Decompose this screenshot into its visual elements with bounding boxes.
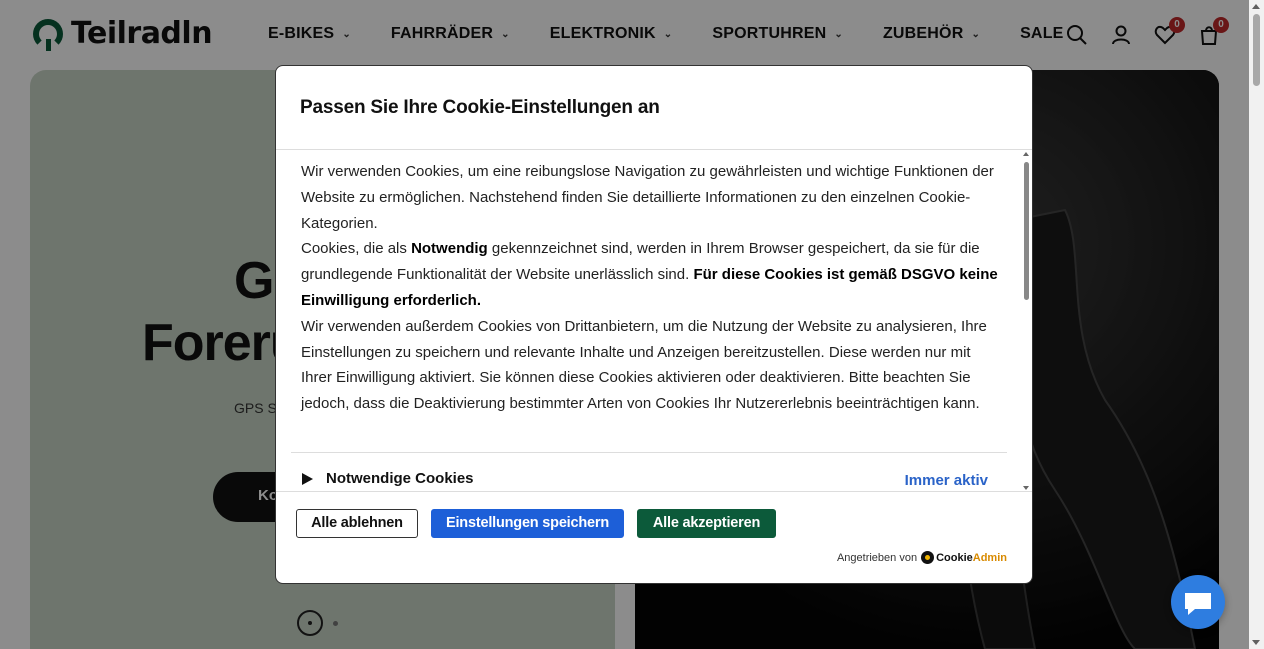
divider	[276, 491, 1032, 492]
cookie-consent-modal: Passen Sie Ihre Cookie-Einstellungen an …	[275, 65, 1033, 584]
provider-name-part-1: Cookie	[936, 551, 973, 564]
expand-triangle-icon[interactable]	[302, 472, 313, 485]
reject-all-button[interactable]: Alle ablehnen	[296, 509, 418, 538]
text: Cookies, die als	[301, 240, 412, 258]
cookieadmin-logo-icon	[921, 551, 935, 564]
cookie-paragraph-2: Cookies, die als Notwendig gekennzeichne…	[301, 236, 1001, 313]
page-scrollbar[interactable]	[1249, 0, 1264, 649]
scroll-up-arrow-icon[interactable]	[1023, 152, 1029, 156]
category-status: Immer aktiv	[904, 472, 988, 489]
cookie-modal-body[interactable]: Wir verwenden Cookies, um eine reibungsl…	[276, 150, 1032, 492]
chat-launcher-button[interactable]	[1171, 575, 1225, 629]
cookie-modal-title: Passen Sie Ihre Cookie-Einstellungen an	[300, 97, 660, 118]
chat-bubble-icon	[1185, 593, 1211, 615]
provider-name-part-2: Admin	[972, 551, 1007, 564]
modal-scrollbar-thumb[interactable]	[1024, 162, 1029, 300]
cookie-paragraph-1: Wir verwenden Cookies, um eine reibungsl…	[301, 163, 994, 232]
scroll-down-arrow-icon[interactable]	[1023, 486, 1029, 490]
save-settings-button[interactable]: Einstellungen speichern	[431, 509, 624, 538]
category-header: Notwendige Cookies	[302, 470, 474, 487]
modal-scrollbar[interactable]	[1021, 150, 1032, 492]
cookie-category-necessary[interactable]: Notwendige Cookies Immer aktiv	[302, 468, 988, 489]
category-label: Notwendige Cookies	[326, 470, 474, 487]
powered-by[interactable]: Angetrieben von Cookie Admin	[837, 551, 1007, 564]
powered-by-label: Angetrieben von	[836, 551, 918, 564]
cookie-paragraph-3: Wir verwenden außerdem Cookies von Dritt…	[301, 317, 987, 413]
divider	[291, 452, 1007, 453]
scroll-up-arrow-icon[interactable]	[1252, 4, 1260, 9]
text-bold: Notwendig	[411, 240, 488, 258]
scrollbar-thumb[interactable]	[1253, 14, 1260, 86]
cookie-description: Wir verwenden Cookies, um eine reibungsl…	[301, 159, 1001, 417]
accept-all-button[interactable]: Alle akzeptieren	[637, 509, 776, 538]
scroll-down-arrow-icon[interactable]	[1252, 640, 1260, 645]
